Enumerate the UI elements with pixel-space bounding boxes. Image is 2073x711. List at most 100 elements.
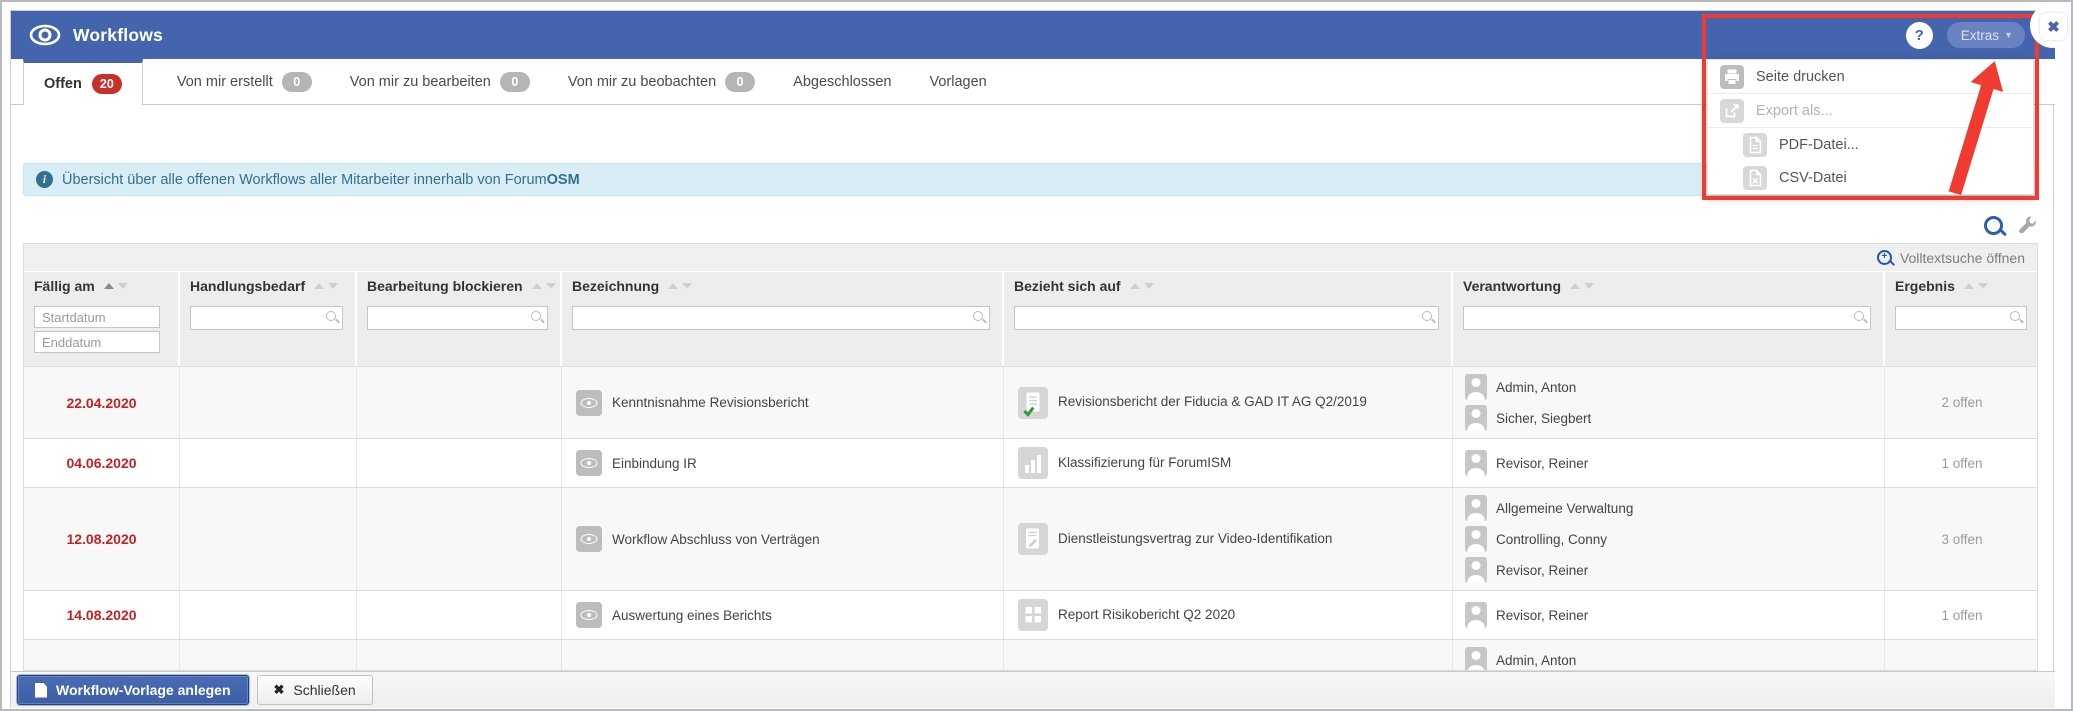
export-icon: [1720, 98, 1744, 123]
result-cell: 3 offen: [1885, 640, 2037, 670]
search-icon: [2010, 311, 2020, 321]
count-badge: 0: [725, 71, 756, 92]
ergebnis-filter-input[interactable]: [1895, 306, 2027, 330]
workflow-name: Kenntnisnahme Revisionsbericht: [612, 395, 809, 410]
person-name: Allgemeine Verwaltung: [1496, 500, 1634, 516]
due-date: 22.04.2020: [24, 367, 180, 438]
person-icon: [1465, 374, 1487, 400]
wrench-settings-icon[interactable]: [2017, 215, 2038, 236]
tab-von-mir-zu-bearbeiten[interactable]: Von mir zu bearbeiten 0: [346, 59, 534, 104]
sort-asc-icon[interactable]: [103, 283, 114, 289]
extras-button[interactable]: Extras ▾: [1946, 22, 2025, 48]
column-header-ergebnis[interactable]: Ergebnis: [1885, 272, 2037, 298]
sort-asc-icon[interactable]: [531, 283, 542, 289]
filter-handlungsbedarf: [180, 298, 357, 366]
info-icon: i: [36, 171, 53, 188]
tab-vorlagen[interactable]: Vorlagen: [926, 59, 991, 104]
tab-offen[interactable]: Offen 20: [23, 59, 143, 105]
blockieren-filter-input[interactable]: [367, 306, 548, 330]
sort-desc-icon[interactable]: [545, 283, 556, 289]
tab-label: Offen: [44, 76, 82, 92]
table-row[interactable]: 14.08.2020 Auswertung eines Berichts Rep…: [24, 590, 2037, 639]
search-plus-icon: [1876, 250, 1892, 265]
bezieht-filter-input[interactable]: [1014, 306, 1439, 330]
tab-label: Von mir zu beobachten: [567, 73, 717, 90]
person-name: Revisor, Reiner: [1496, 562, 1589, 578]
table-row[interactable]: 22.04.2020 Kenntnisnahme Revisionsberich…: [24, 366, 2037, 438]
handlungsbedarf-cell: [180, 367, 357, 438]
search-icon[interactable]: [1984, 216, 2003, 235]
sort-asc-icon[interactable]: [668, 283, 679, 289]
verantwortung-filter-input[interactable]: [1463, 306, 1871, 330]
menu-item-csv-datei[interactable]: CSV-Datei: [1708, 161, 2033, 194]
sort-asc-icon[interactable]: [1129, 283, 1140, 289]
column-header-bearbeitung-blockieren[interactable]: Bearbeitung blockieren: [357, 272, 562, 298]
responsibility-cell: Allgemeine Verwaltung Controlling, Conny…: [1453, 488, 1885, 590]
menu-item-label: CSV-Datei: [1779, 169, 1847, 186]
table-row[interactable]: 12.08.2020 Workflow Abschluss von Verträ…: [24, 487, 2037, 590]
result-cell: 1 offen: [1941, 607, 1983, 623]
reference-name: Klassifizierung für ForumISM: [1058, 454, 1232, 470]
table-toolbar: [1941, 215, 2038, 236]
reference-name: Dienstleistungsvertrag zur Video-Identif…: [1058, 530, 1333, 546]
help-button[interactable]: ?: [1905, 21, 1933, 49]
count-badge: 0: [499, 71, 530, 92]
report-grid-icon: [1018, 599, 1048, 631]
reference-name: Report Risikobericht Q2 2020: [1058, 606, 1236, 622]
fulltext-search-toggle[interactable]: Volltextsuche öffnen: [24, 244, 2037, 272]
window-close-button[interactable]: ✖: [2040, 13, 2067, 40]
workflows-dialog-screenshot: Workflows ? Extras ▾ Offen 20 Von mir er…: [0, 0, 2073, 711]
column-header-bezeichnung[interactable]: Bezeichnung: [562, 272, 1004, 298]
chart-icon: [1018, 447, 1048, 479]
tab-von-mir-zu-beobachten[interactable]: Von mir zu beobachten 0: [564, 59, 759, 104]
menu-item-label: Seite drucken: [1756, 68, 1845, 85]
due-date: 14.08.2020: [24, 591, 180, 639]
sort-asc-icon[interactable]: [314, 283, 325, 289]
close-dialog-button[interactable]: ✖ Schließen: [256, 675, 373, 705]
sort-desc-icon[interactable]: [117, 283, 128, 289]
filter-verantwortung: [1453, 298, 1885, 366]
tab-von-mir-erstellt[interactable]: Von mir erstellt 0: [173, 59, 316, 104]
sort-desc-icon[interactable]: [328, 283, 339, 289]
column-header-faellig-am[interactable]: Fällig am: [24, 272, 180, 298]
table-row[interactable]: 05.09.2020 Kenntnisnahme Revisionsberich…: [24, 639, 2037, 670]
person-icon: [1465, 495, 1487, 521]
sort-desc-icon[interactable]: [1977, 283, 1988, 289]
sort-desc-icon[interactable]: [682, 283, 693, 289]
table-row[interactable]: 04.06.2020 Einbindung IR Klassifizierung…: [24, 438, 2037, 487]
person-icon: [1465, 647, 1487, 670]
person-name: Revisor, Reiner: [1496, 455, 1589, 471]
bezeichnung-filter-input[interactable]: [572, 306, 990, 330]
menu-item-label: PDF-Datei...: [1779, 136, 1859, 153]
enddate-filter-input[interactable]: [34, 331, 160, 353]
due-date: 05.09.2020: [24, 640, 180, 670]
eye-icon: [29, 24, 61, 46]
sort-asc-icon[interactable]: [1963, 283, 1974, 289]
person-name: Controlling, Conny: [1496, 531, 1608, 547]
menu-item-pdf-datei[interactable]: PDF-Datei...: [1708, 127, 2033, 161]
sort-asc-icon[interactable]: [1570, 283, 1581, 289]
startdate-filter-input[interactable]: [34, 306, 160, 328]
create-workflow-template-button[interactable]: Workflow-Vorlage anlegen: [17, 675, 249, 705]
printer-icon: [1720, 64, 1744, 89]
workflow-eye-icon: [576, 602, 602, 628]
blockieren-cell: [357, 488, 562, 590]
handlungsbedarf-cell: [180, 488, 357, 590]
workflow-name: Einbindung IR: [612, 455, 697, 471]
csv-file-icon: [1743, 165, 1767, 190]
search-icon: [1854, 311, 1864, 321]
column-header-bezieht-sich-auf[interactable]: Bezieht sich auf: [1004, 272, 1453, 298]
person-icon: [1465, 526, 1487, 552]
menu-item-seite-drucken[interactable]: Seite drucken: [1708, 60, 2033, 94]
handlungsbedarf-filter-input[interactable]: [190, 306, 343, 330]
sort-desc-icon[interactable]: [1584, 283, 1595, 289]
sort-desc-icon[interactable]: [1143, 283, 1154, 289]
extras-label: Extras: [1960, 27, 1999, 43]
tab-abgeschlossen[interactable]: Abgeschlossen: [789, 59, 895, 104]
column-header-handlungsbedarf[interactable]: Handlungsbedarf: [180, 272, 357, 298]
column-header-verantwortung[interactable]: Verantwortung: [1453, 272, 1885, 298]
tab-label: Abgeschlossen: [793, 73, 892, 90]
blockieren-cell: [357, 640, 562, 670]
due-date: 04.06.2020: [24, 439, 180, 487]
tab-label: Von mir zu bearbeiten: [349, 73, 491, 90]
